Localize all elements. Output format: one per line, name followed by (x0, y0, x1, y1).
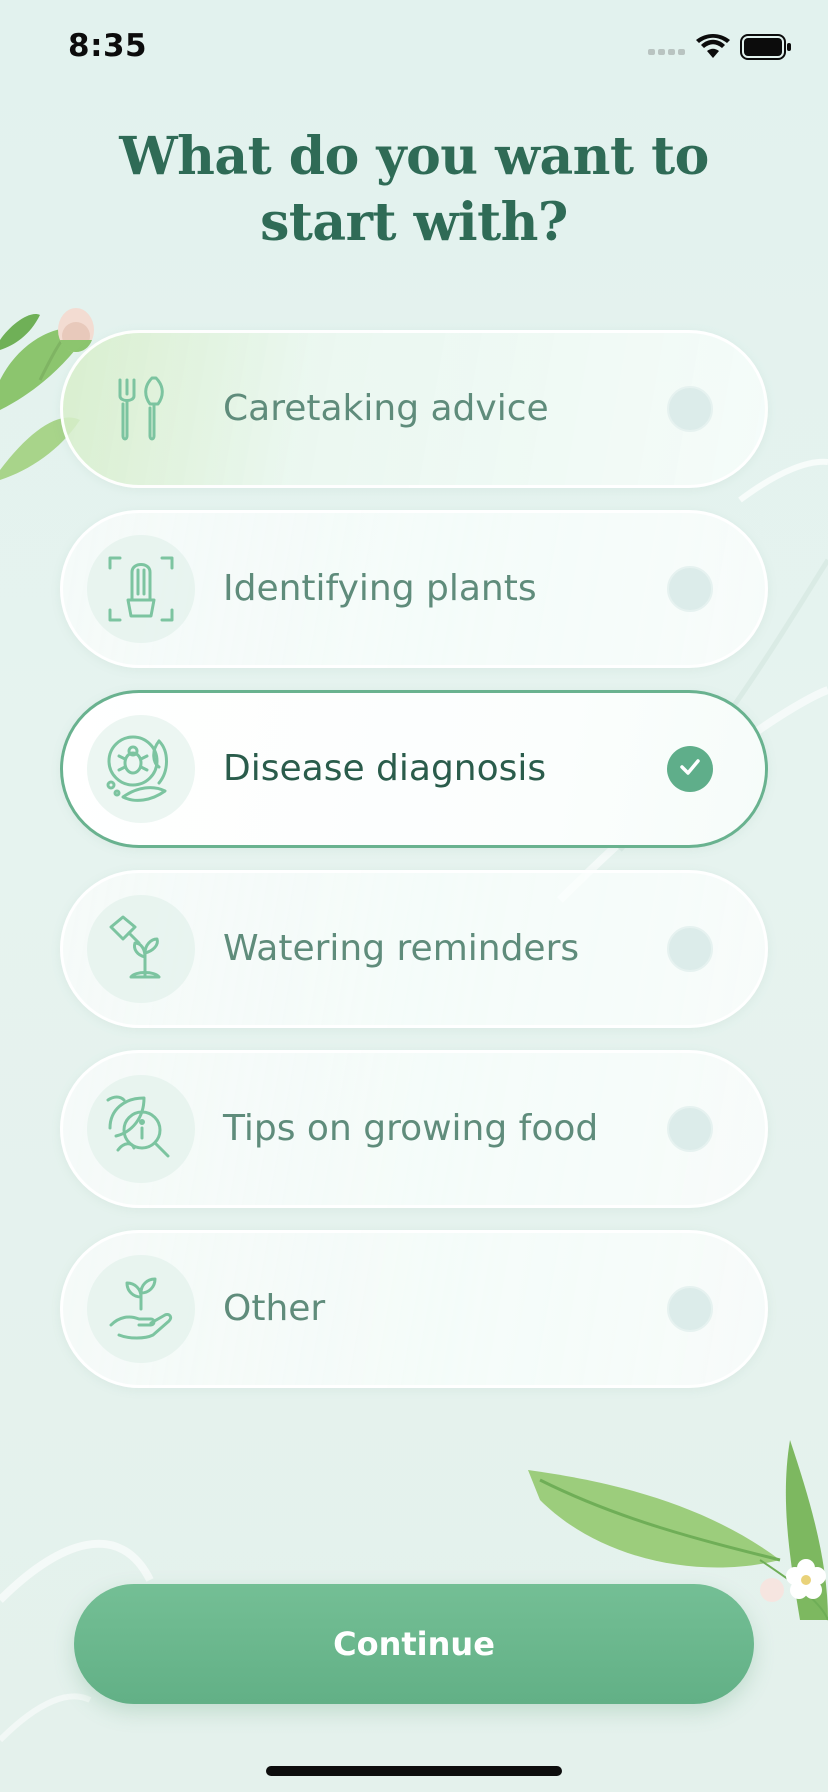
status-time: 8:35 (68, 28, 148, 64)
leaf-info-search-icon (87, 1075, 195, 1183)
option-caretaking-advice[interactable]: Caretaking advice (60, 330, 768, 488)
home-indicator (266, 1766, 562, 1776)
radio-unchecked[interactable] (667, 1106, 713, 1152)
hand-plant-icon (87, 1255, 195, 1363)
option-label: Watering reminders (223, 928, 580, 969)
radio-unchecked[interactable] (667, 1286, 713, 1332)
option-watering-reminders[interactable]: Watering reminders (60, 870, 768, 1028)
watering-can-icon (87, 895, 195, 1003)
radio-unchecked[interactable] (667, 566, 713, 612)
option-tips-growing-food[interactable]: Tips on growing food (60, 1050, 768, 1208)
cellular-signal-icon (648, 40, 686, 59)
checkmark-icon (679, 758, 701, 780)
radio-unchecked[interactable] (667, 926, 713, 972)
status-icons (648, 34, 792, 64)
option-label: Caretaking advice (223, 388, 549, 429)
options-list: Caretaking advice Identifying plants Dis… (60, 330, 768, 1410)
page-title: What do you want to start with? (60, 124, 768, 256)
title-line-1: What do you want to (119, 126, 709, 187)
option-label: Tips on growing food (223, 1108, 599, 1149)
screen: 8:35 What do you want to start with? Car… (0, 0, 828, 1792)
option-disease-diagnosis[interactable]: Disease diagnosis (60, 690, 768, 848)
wifi-icon (696, 34, 730, 64)
option-other[interactable]: Other (60, 1230, 768, 1388)
continue-button[interactable]: Continue (74, 1584, 754, 1704)
cactus-scan-icon (87, 535, 195, 643)
radio-checked[interactable] (667, 746, 713, 792)
garden-tools-icon (87, 355, 195, 463)
option-identifying-plants[interactable]: Identifying plants (60, 510, 768, 668)
battery-icon (740, 34, 792, 64)
option-label: Disease diagnosis (223, 748, 547, 789)
option-label: Other (223, 1288, 326, 1329)
bug-plant-icon (87, 715, 195, 823)
radio-unchecked[interactable] (667, 386, 713, 432)
title-line-2: start with? (260, 192, 568, 253)
option-label: Identifying plants (223, 568, 537, 609)
